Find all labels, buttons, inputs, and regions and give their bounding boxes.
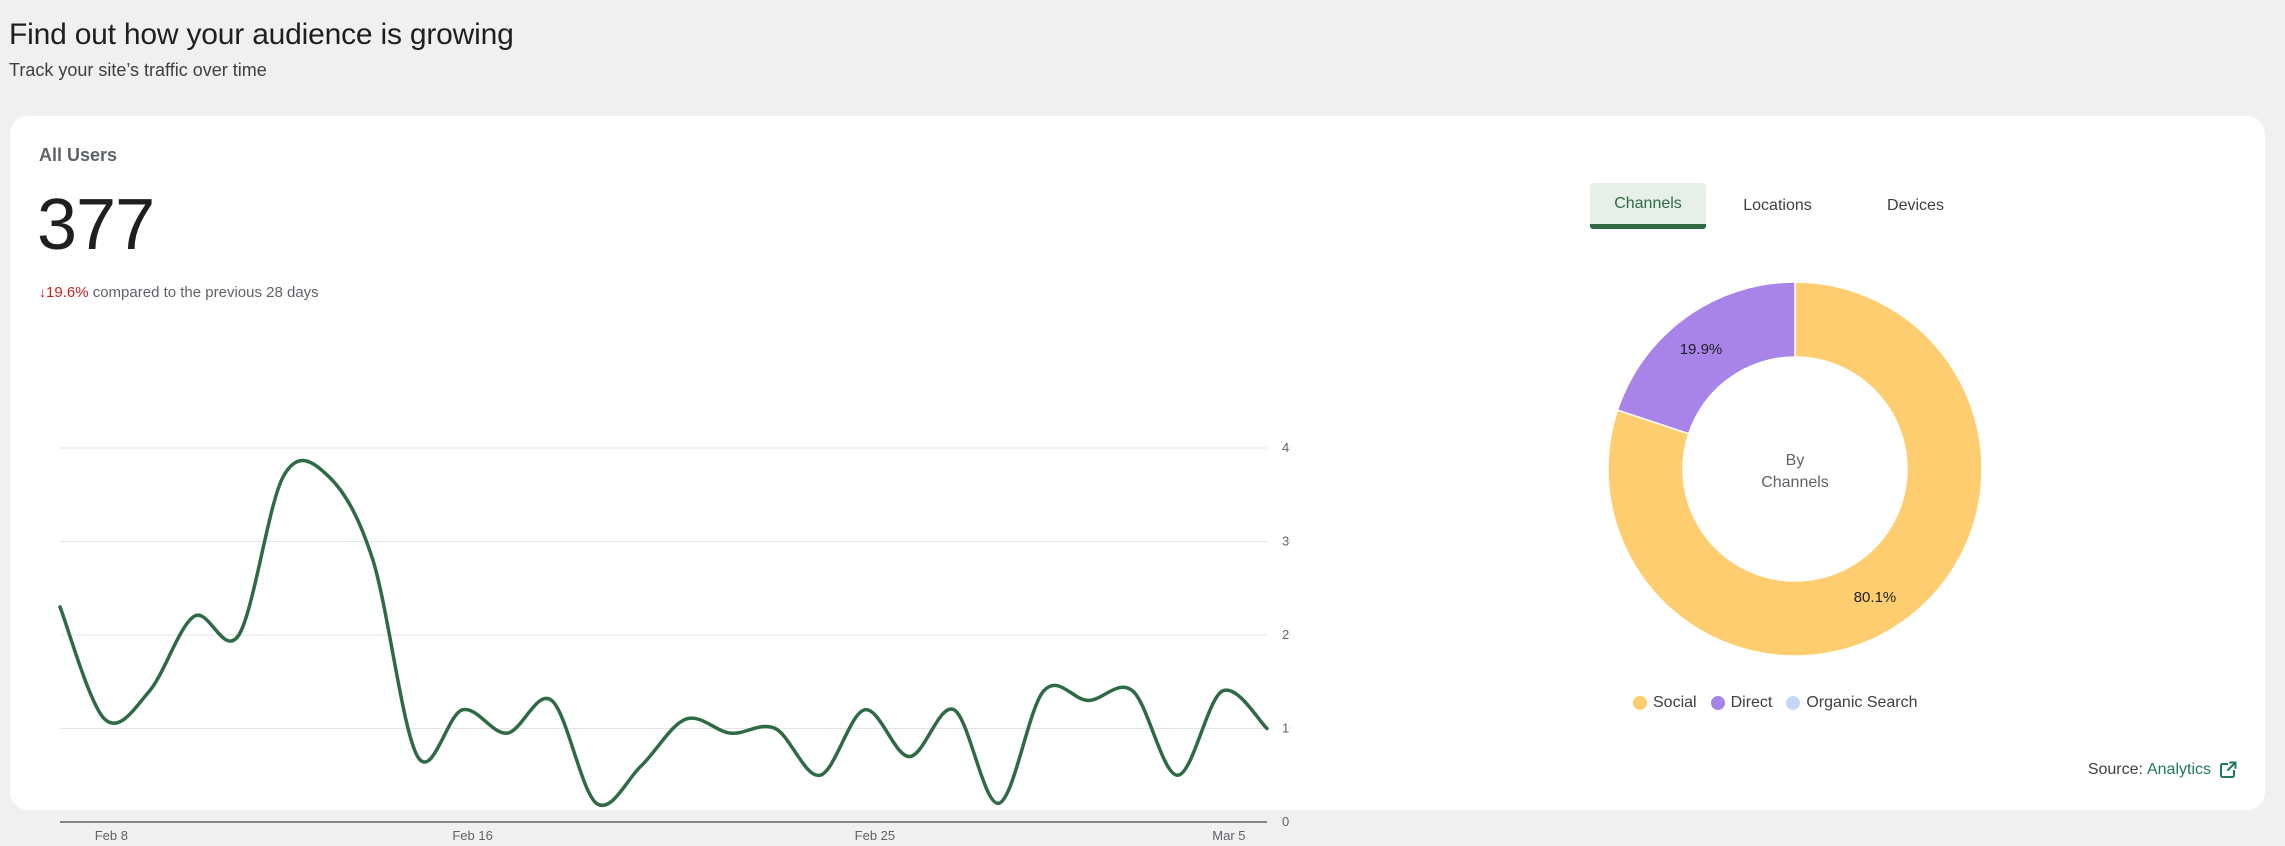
delta-value: 19.6% [46,284,89,301]
page-subtitle: Track your site’s traffic over time [9,60,267,80]
analytics-link[interactable]: Analytics [2147,761,2211,779]
y-tick-label: 0 [1282,814,1289,829]
x-tick-label: Feb 25 [855,828,895,843]
donut-center-label-bottom: Channels [1761,474,1829,491]
donut-legend: Social Direct Organic Search [1633,694,1918,712]
legend-dot-icon [1710,696,1725,710]
tab-channels[interactable]: Channels [1590,183,1706,229]
legend-item-organic-search[interactable]: Organic Search [1786,694,1918,712]
legend-label: Direct [1730,694,1773,711]
metric-label: All Users [39,145,118,165]
tab-devices[interactable]: Devices [1849,183,1982,229]
slice-label: 80.1% [1854,589,1897,606]
x-tick-label: Feb 16 [452,828,492,843]
page-header: Find out how your audience is growing Tr… [9,18,514,81]
legend-label: Social [1653,694,1697,711]
legend-label: Organic Search [1806,694,1918,711]
legend-dot-icon [1633,696,1647,710]
y-tick-label: 40 [1282,440,1290,455]
tab-locations[interactable]: Locations [1706,183,1849,229]
comparison-label: compared to the previous 28 days [92,284,319,301]
metric-value: 377 [37,185,155,265]
comparison-text: ↓19.6% compared to the previous 28 days [39,284,319,301]
external-link-icon[interactable] [2219,761,2237,779]
legend-dot-icon [1786,696,1801,710]
x-tick-label: Mar 5 [1212,828,1245,843]
arrow-down-icon: ↓ [39,284,46,300]
x-tick-label: Feb 8 [95,828,128,843]
slice-label: 19.9% [1680,341,1723,358]
donut-center-label-top: By [1786,452,1805,469]
y-tick-label: 30 [1282,534,1290,549]
page-title: Find out how your audience is growing [9,18,514,51]
users-series-line [58,458,1269,808]
audience-card: All Users 377 ↓19.6% compared to the pre… [10,116,2265,843]
channel-tabs: Channels Locations Devices [1590,183,1982,229]
source-attribution: Source: Analytics [2088,761,2237,779]
y-tick-label: 20 [1282,627,1290,642]
y-tick-label: 10 [1282,721,1290,736]
legend-item-direct[interactable]: Direct [1710,694,1773,712]
source-prefix: Source: [2087,761,2143,778]
legend-item-social[interactable]: Social [1633,694,1697,712]
line-chart: 0 10 20 30 40 Feb 8 Feb 16 Feb 25 Mar 5 [58,440,1290,843]
donut-chart: 80.1% 19.9% By Channels [1607,281,1983,657]
